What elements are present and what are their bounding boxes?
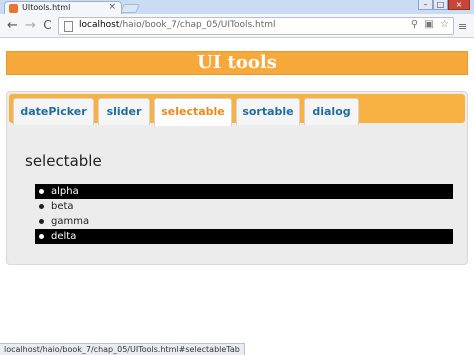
back-arrow-icon[interactable]: ← [5, 18, 20, 33]
bookmark-star-icon[interactable]: ☆ [440, 19, 449, 30]
url-path: /haio/book_7/chap_05/UITools.html [119, 20, 276, 30]
list-item-label: gamma [51, 216, 90, 227]
extension-icon[interactable]: ▣ [424, 19, 433, 30]
list-item-label: delta [51, 231, 77, 242]
url-host: localhost [79, 20, 120, 30]
bullet-icon [39, 189, 44, 194]
tab-slider[interactable]: slider [98, 98, 150, 125]
search-icon[interactable]: ⚲ [411, 19, 418, 30]
tab-close-icon[interactable]: × [108, 2, 116, 12]
omnibox-icons: ⚲ ▣ ☆ [408, 19, 449, 30]
list-item-delta[interactable]: delta [35, 229, 453, 244]
address-bar[interactable]: localhost/haio/book_7/chap_05/UITools.ht… [58, 17, 454, 35]
browser-toolbar: ← → C localhost/haio/book_7/chap_05/UITo… [0, 14, 474, 38]
forward-arrow-icon[interactable]: → [23, 18, 38, 33]
tab-selectable[interactable]: selectable [154, 98, 232, 126]
panel-heading: selectable [25, 152, 102, 170]
browser-titlebar: UItools.html × – □ × [0, 0, 474, 15]
bullet-icon [39, 204, 44, 209]
list-item-alpha[interactable]: alpha [35, 184, 453, 199]
tab-bar: datePicker slider selectable sortable di… [9, 94, 465, 126]
tabs-widget: datePicker slider selectable sortable di… [6, 91, 468, 265]
address-url[interactable]: localhost/haio/book_7/chap_05/UITools.ht… [79, 20, 276, 30]
html-file-icon [9, 4, 18, 13]
maximize-button[interactable]: □ [433, 0, 448, 10]
selectable-list: alpha beta gamma delta [35, 184, 453, 244]
close-window-button[interactable]: × [448, 0, 470, 10]
browser-tab-title: UItools.html [22, 3, 71, 12]
page-icon [64, 21, 73, 32]
page-title: UI tools [197, 52, 277, 73]
bullet-icon [39, 219, 44, 224]
bullet-icon [39, 234, 44, 239]
list-item-label: alpha [51, 186, 79, 197]
list-item-beta[interactable]: beta [35, 199, 453, 214]
reload-icon[interactable]: C [40, 18, 55, 33]
tab-dialog[interactable]: dialog [304, 98, 359, 125]
page-header: UI tools [6, 51, 468, 75]
minimize-button[interactable]: – [418, 0, 433, 10]
new-tab-button[interactable] [120, 4, 140, 13]
list-item-label: beta [51, 201, 74, 212]
tab-datepicker[interactable]: datePicker [13, 98, 94, 125]
browser-tab[interactable]: UItools.html × [4, 1, 122, 15]
list-item-gamma[interactable]: gamma [35, 214, 453, 229]
status-bar: localhost/haio/book_7/chap_05/UITools.ht… [0, 343, 245, 355]
wrench-menu-icon[interactable]: ≡ [458, 20, 467, 33]
tab-sortable[interactable]: sortable [236, 98, 300, 125]
